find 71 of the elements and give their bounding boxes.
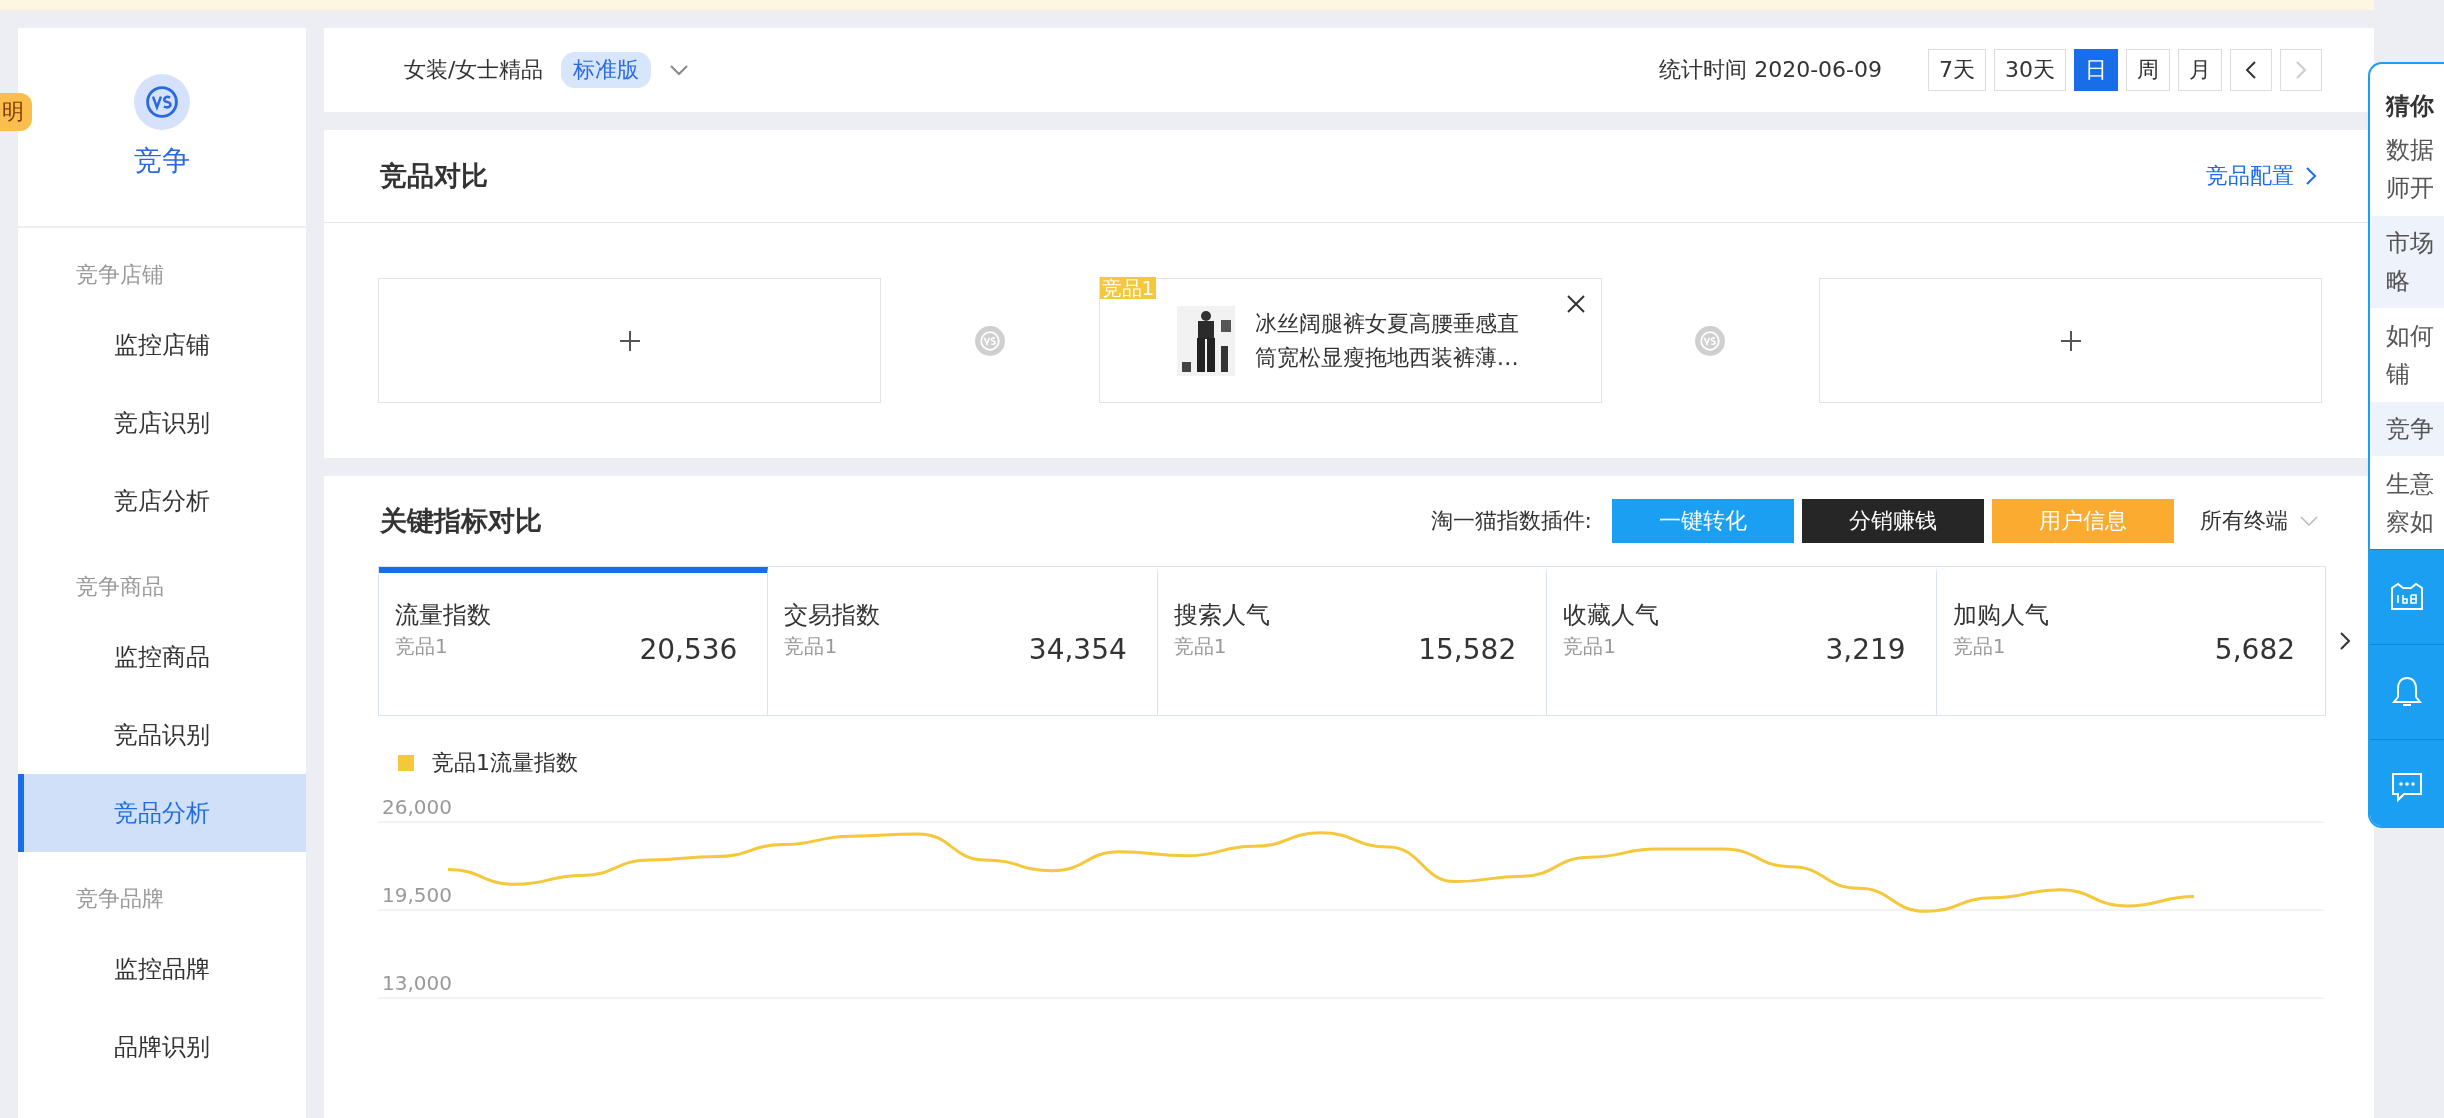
add-icon	[2058, 328, 2083, 353]
metric-value: 15,582	[1418, 633, 1517, 666]
product-tag: 竞品1	[1099, 277, 1157, 299]
axis-label: 26,000	[382, 795, 452, 819]
metric-value: 3,219	[1825, 633, 1906, 666]
period-button[interactable]: 30天	[1994, 49, 2066, 91]
metric-sub: 竞品1	[1173, 633, 1228, 660]
stat-date: 统计时间 2020-06-09	[1659, 56, 1882, 84]
metric-value: 5,682	[2214, 633, 2296, 666]
bell-icon[interactable]	[2391, 675, 2423, 709]
metric-tab[interactable]: 收藏人气 竞品1 3,219	[1547, 567, 1937, 715]
sidebar-item[interactable]: 竞店分析	[18, 462, 306, 540]
group-label: 竞争店铺	[75, 261, 165, 289]
period-button[interactable]: 月	[2178, 49, 2222, 91]
sidebar-item[interactable]: 监控商品	[18, 618, 306, 696]
next-icon	[2338, 630, 2352, 652]
metric-name: 加购人气	[1952, 600, 2050, 631]
help-badge[interactable]: 明	[0, 93, 32, 131]
metric-name: 交易指数	[784, 600, 882, 631]
sidebar-item[interactable]: 竞品分析	[18, 774, 306, 852]
sidebar-item[interactable]: 竞品识别	[18, 696, 306, 774]
metric-value: 20,536	[639, 633, 738, 666]
help-item[interactable]: 竞争	[2370, 401, 2444, 456]
metric-sub: 竞品1	[1952, 633, 2007, 660]
card-title: 竞品对比	[380, 159, 488, 193]
card-title: 关键指标对比	[380, 504, 542, 538]
help-item[interactable]: 生意 察如	[2370, 456, 2444, 549]
legend-label: 竞品1流量指数	[432, 749, 578, 777]
plugin-button[interactable]: 分销赚钱	[1802, 499, 1984, 543]
metric-name: 流量指数	[395, 600, 492, 631]
metric-value: 34,354	[1028, 633, 1127, 666]
group-label: 竞争品牌	[75, 885, 165, 913]
axis-label: 13,000	[382, 971, 452, 995]
axis-label: 19,500	[382, 883, 452, 907]
help-item[interactable]: 市场 略	[2370, 215, 2444, 308]
panel-title: 猜你	[2384, 91, 2435, 122]
add-icon	[617, 328, 642, 353]
group-label: 竞争商品	[75, 573, 165, 601]
product-title: 冰丝阔腿裤女夏高腰垂感直筒宽松显瘦拖地西装裤薄…	[1254, 309, 1520, 372]
chevron-icon	[2304, 165, 2318, 187]
period-button[interactable]: 日	[2074, 49, 2118, 91]
terminal-dropdown[interactable]: 所有终端	[2200, 506, 2318, 536]
sidebar-item[interactable]: 品牌识别	[18, 1008, 306, 1086]
edition-tag: 标准版	[561, 52, 652, 88]
period-button[interactable]: 7天	[1928, 49, 1986, 91]
caret-icon	[2300, 516, 2318, 526]
close-icon[interactable]	[1564, 293, 1587, 315]
category-label: 女装/女士精品	[404, 56, 544, 84]
metric-name: 收藏人气	[1563, 600, 1661, 631]
sidebar-item[interactable]: 监控品牌	[18, 930, 306, 1008]
next-icon	[2294, 59, 2308, 81]
gift-box-icon[interactable]	[2389, 582, 2425, 612]
metric-tab[interactable]: 交易指数 竞品1 34,354	[768, 567, 1158, 715]
config-link[interactable]: 竞品配置	[2206, 161, 2318, 191]
metric-tab[interactable]: 加购人气 竞品1 5,682	[1936, 567, 2326, 715]
plugin-label: 淘一猫指数插件:	[1430, 507, 1592, 535]
chat-icon[interactable]	[2390, 771, 2424, 803]
dropdown-icon[interactable]	[669, 64, 690, 76]
sidebar-title: 竞争	[134, 143, 190, 179]
metric-name: 搜索人气	[1173, 600, 1271, 631]
sidebar-item[interactable]: 竞店识别	[18, 384, 306, 462]
prev-button[interactable]	[2230, 49, 2272, 91]
prev-icon	[2244, 59, 2258, 81]
vs-glyph-icon	[144, 84, 180, 120]
sidebar-item[interactable]: 监控店铺	[18, 306, 306, 384]
metric-sub: 竞品1	[1563, 633, 1617, 660]
metric-sub: 竞品1	[395, 633, 449, 660]
metric-sub: 竞品1	[784, 633, 839, 660]
period-button[interactable]: 周	[2126, 49, 2170, 91]
metric-tab[interactable]: 搜索人气 竞品1 15,582	[1157, 567, 1548, 715]
metric-tab[interactable]: 流量指数 竞品1 20,536	[379, 567, 769, 715]
